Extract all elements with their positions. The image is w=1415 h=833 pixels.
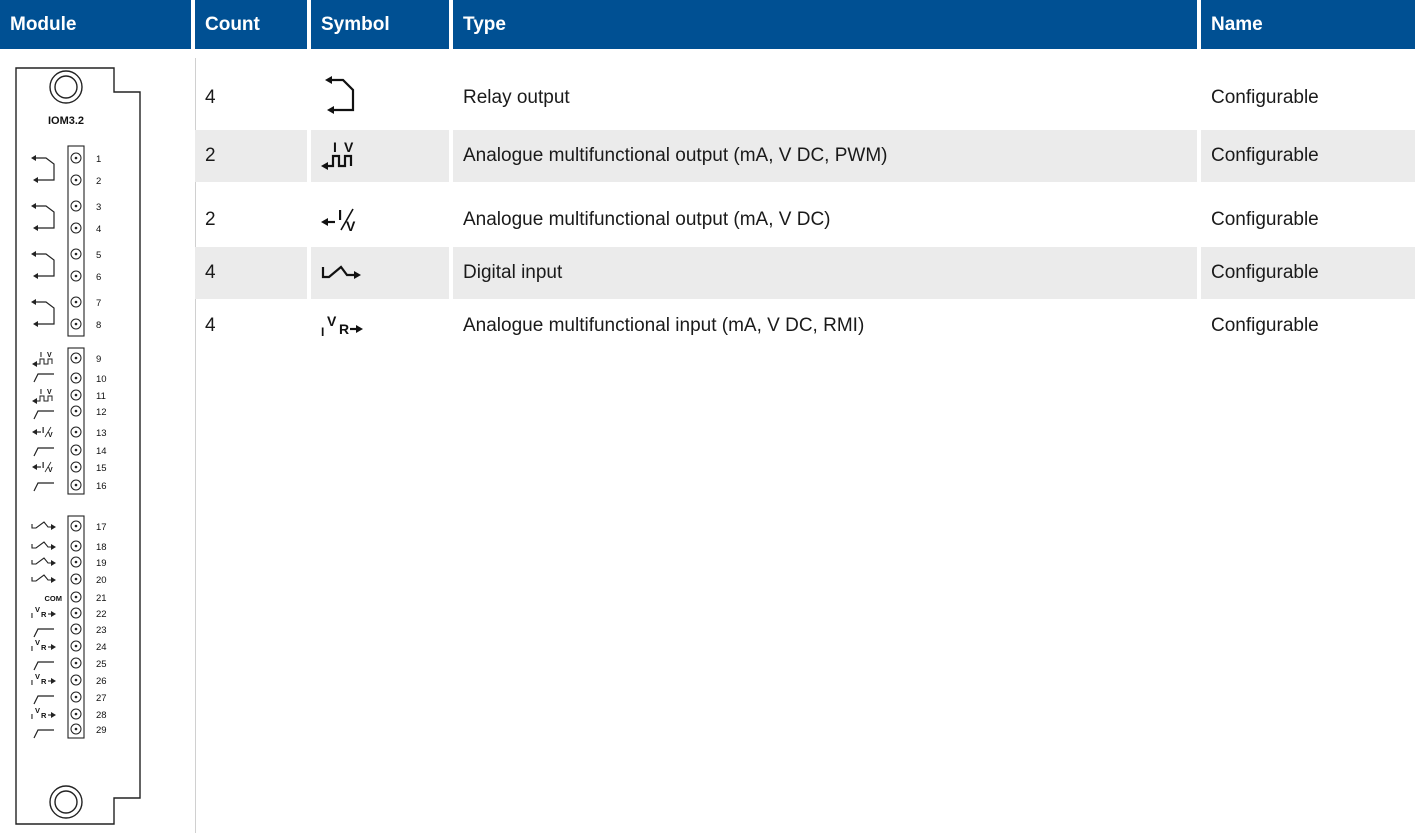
name-cell: Configurable xyxy=(1211,209,1319,230)
terminal-number: 9 xyxy=(96,354,101,365)
name-cell: Configurable xyxy=(1211,87,1319,108)
svg-text:R: R xyxy=(41,643,47,652)
terminal-number: 19 xyxy=(96,558,107,569)
terminal-number: 18 xyxy=(96,542,107,553)
header-symbol: Symbol xyxy=(311,0,449,49)
terminal-number: 6 xyxy=(96,272,101,283)
type-cell: Analogue multifunctional input (mA, V DC… xyxy=(463,315,865,336)
terminal-number: 17 xyxy=(96,522,107,533)
svg-text:I: I xyxy=(40,389,42,396)
terminal-number: 15 xyxy=(96,463,107,474)
terminal-number: 24 xyxy=(96,642,107,653)
svg-text:I: I xyxy=(42,426,44,435)
svg-text:V: V xyxy=(327,313,337,329)
count-cell: 4 xyxy=(205,315,216,336)
svg-text:I: I xyxy=(333,139,337,155)
analogue-output-pwm-icon: IV xyxy=(311,130,449,182)
svg-text:I: I xyxy=(31,613,33,620)
terminal-number: 16 xyxy=(96,481,107,492)
count-cell: 4 xyxy=(205,87,216,108)
svg-text:R: R xyxy=(41,610,47,619)
count-cell: 2 xyxy=(195,130,307,182)
svg-text:I: I xyxy=(42,461,44,470)
terminal-number: 26 xyxy=(96,676,107,687)
terminal-number: 12 xyxy=(96,407,107,418)
terminal-number: 25 xyxy=(96,659,107,670)
svg-text:V: V xyxy=(35,672,40,681)
svg-text:I: I xyxy=(40,352,42,359)
svg-text:I: I xyxy=(321,325,324,339)
digital-input-icon xyxy=(311,247,449,299)
header-module: Module xyxy=(0,0,191,49)
analogue-input-icon: IVR xyxy=(311,300,449,352)
terminal-number: 27 xyxy=(96,693,107,704)
terminal-number: 3 xyxy=(96,202,101,213)
name-cell: Configurable xyxy=(1201,247,1415,299)
count-cell: 2 xyxy=(205,209,216,230)
header-name: Name xyxy=(1201,0,1415,49)
svg-text:I: I xyxy=(31,646,33,653)
count-cell: 4 xyxy=(195,247,307,299)
terminal-number: 11 xyxy=(96,391,106,402)
terminal-number: 14 xyxy=(96,446,107,457)
terminal-number: 29 xyxy=(96,725,107,736)
svg-text:V: V xyxy=(346,218,356,234)
module-label: IOM3.2 xyxy=(48,115,84,127)
svg-text:V: V xyxy=(35,605,40,614)
header-count: Count xyxy=(195,0,307,49)
type-cell: Relay output xyxy=(463,87,570,108)
terminal-number: 4 xyxy=(96,224,101,235)
svg-text:V: V xyxy=(48,467,53,474)
svg-text:V: V xyxy=(47,389,52,396)
terminal-number: 22 xyxy=(96,609,107,620)
svg-text:V: V xyxy=(35,638,40,647)
svg-text:I: I xyxy=(338,207,342,224)
type-cell: Analogue multifunctional output (mA, V D… xyxy=(453,130,1197,182)
terminal-number: 13 xyxy=(96,428,107,439)
terminal-number: 5 xyxy=(96,250,101,261)
svg-text:R: R xyxy=(41,711,47,720)
header-type: Type xyxy=(453,0,1197,49)
type-cell: Analogue multifunctional output (mA, V D… xyxy=(463,209,831,230)
terminal-number: 28 xyxy=(96,710,107,721)
svg-text:R: R xyxy=(41,677,47,686)
svg-text:V: V xyxy=(344,139,354,155)
terminal-number: 21 xyxy=(96,593,107,604)
name-cell: Configurable xyxy=(1211,315,1319,336)
terminal-number: 10 xyxy=(96,374,107,385)
module-diagram: IOM3.2 1 2 3 4 5 6 7 8 9 10 11 12 13 14 15 16 17 18 19 20 21 2… xyxy=(14,66,142,828)
com-label: COM xyxy=(45,594,63,603)
terminal-number: 23 xyxy=(96,625,107,636)
terminal-number: 2 xyxy=(96,176,101,187)
terminal-number: 1 xyxy=(96,154,101,165)
type-cell: Digital input xyxy=(453,247,1197,299)
svg-text:I: I xyxy=(31,680,33,687)
svg-text:V: V xyxy=(47,352,52,359)
terminal-number: 8 xyxy=(96,320,101,331)
svg-text:V: V xyxy=(48,432,53,439)
name-cell: Configurable xyxy=(1201,130,1415,182)
analogue-output-icon: IV xyxy=(311,194,449,246)
module-drawing: IOM3.21234567891011121314151617181920212… xyxy=(15,67,141,825)
svg-text:I: I xyxy=(31,714,33,721)
relay-output-icon xyxy=(311,66,449,130)
terminal-number: 7 xyxy=(96,298,101,309)
terminal-number: 20 xyxy=(96,575,107,586)
svg-text:V: V xyxy=(35,706,40,715)
svg-text:R: R xyxy=(339,321,349,337)
